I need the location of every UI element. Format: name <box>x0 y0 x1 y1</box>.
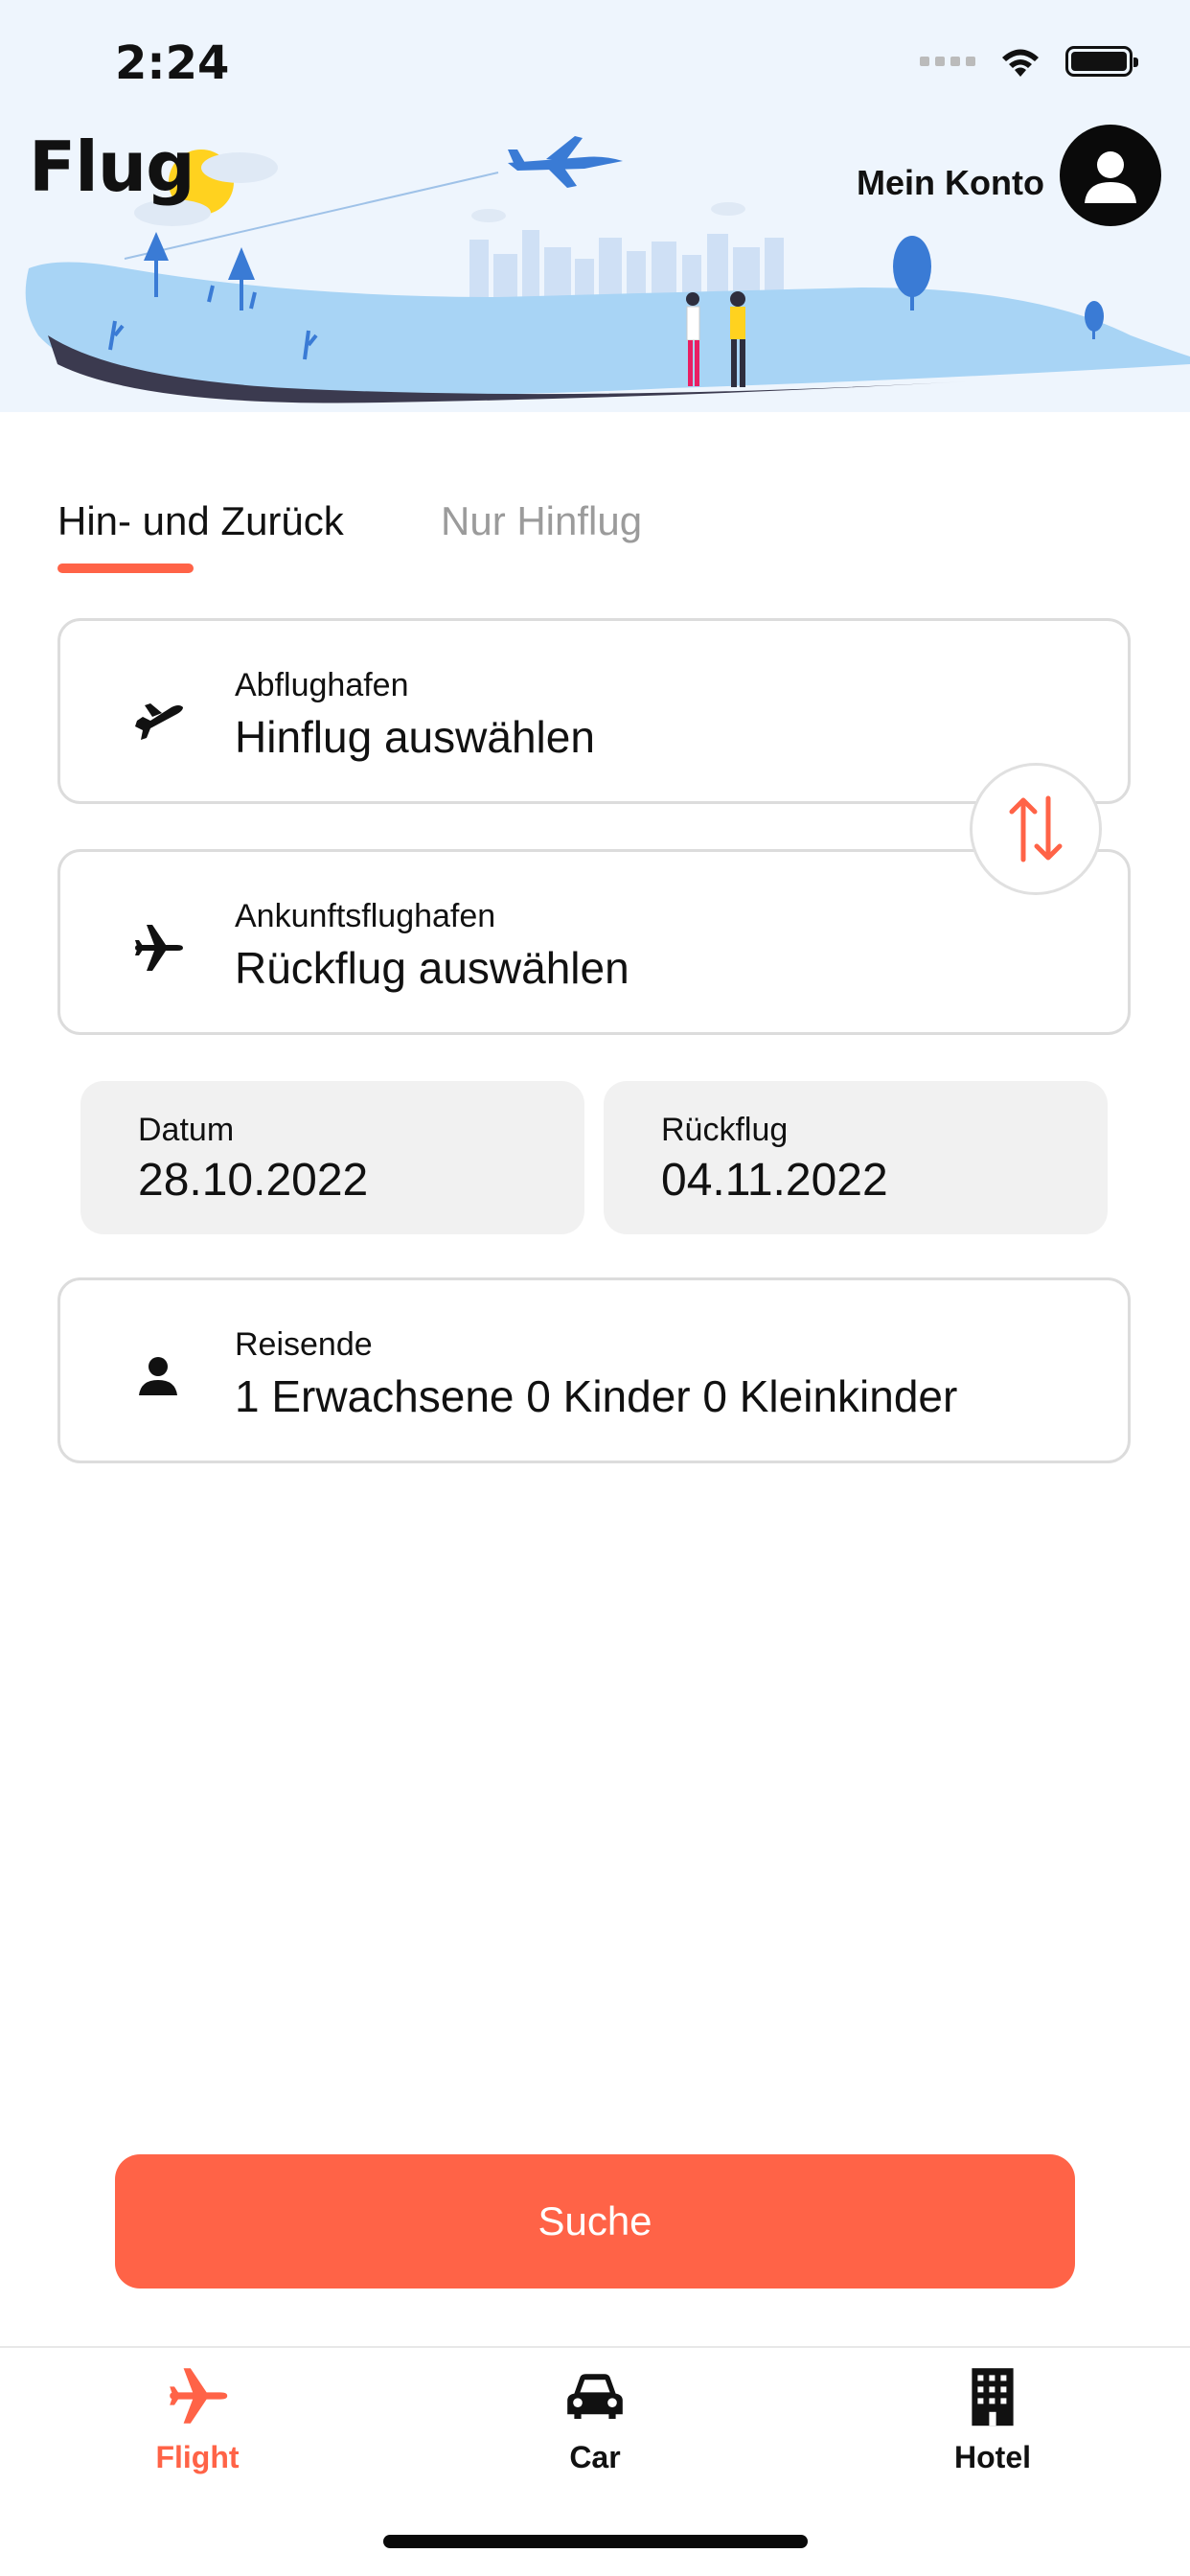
return-date-label: Rückflug <box>661 1112 789 1148</box>
departure-label: Abflughafen <box>235 667 409 703</box>
departure-airport-field[interactable]: Abflughafen Hinflug auswählen <box>57 618 1131 804</box>
departure-value: Hinflug auswählen <box>235 712 595 762</box>
return-date-value: 04.11.2022 <box>661 1155 888 1206</box>
wifi-icon <box>1002 49 1039 77</box>
departure-date-label: Datum <box>138 1112 235 1148</box>
tab-one-way[interactable]: Nur Hinflug <box>441 498 642 544</box>
arrival-airport-field[interactable]: Ankunftsflughafen Rückflug auswählen <box>57 849 1131 1035</box>
bottom-nav-divider <box>0 2346 1190 2348</box>
nav-item-hotel[interactable]: Hotel <box>849 2361 1136 2475</box>
nav-label-flight: Flight <box>155 2440 240 2474</box>
nav-item-flight[interactable]: Flight <box>54 2361 341 2475</box>
status-time: 2:24 <box>115 36 230 90</box>
plane-icon <box>170 2368 228 2424</box>
arrival-label: Ankunftsflughafen <box>235 898 496 934</box>
active-tab-indicator <box>57 564 194 573</box>
swap-airports-button[interactable] <box>970 763 1102 895</box>
tab-round-trip[interactable]: Hin- und Zurück <box>57 498 344 544</box>
person-icon <box>139 1357 177 1395</box>
home-indicator <box>383 2535 808 2548</box>
user-icon <box>1085 151 1136 203</box>
brand-logo: Flug <box>29 126 195 207</box>
status-icons <box>920 44 1138 79</box>
car-icon <box>567 2374 623 2419</box>
travelers-field[interactable]: Reisende 1 Erwachsene 0 Kinder 0 Kleinki… <box>57 1277 1131 1463</box>
nav-label-car: Car <box>569 2440 621 2474</box>
plane-takeoff-icon <box>135 703 183 740</box>
nav-item-car[interactable]: Car <box>451 2361 739 2475</box>
search-button[interactable]: Suche <box>115 2154 1075 2288</box>
departure-date-field[interactable]: Datum 28.10.2022 <box>80 1081 584 1234</box>
building-icon <box>972 2368 1014 2426</box>
nav-label-hotel: Hotel <box>954 2440 1031 2474</box>
plane-icon <box>135 925 183 971</box>
account-label[interactable]: Mein Konto <box>857 163 1044 203</box>
battery-icon <box>1065 46 1138 77</box>
travelers-value: 1 Erwachsene 0 Kinder 0 Kleinkinder <box>235 1371 958 1421</box>
account-avatar[interactable] <box>1060 125 1161 226</box>
departure-date-value: 28.10.2022 <box>138 1155 369 1206</box>
signal-icon <box>920 57 975 66</box>
swap-arrows-icon <box>1009 795 1063 862</box>
arrival-value: Rückflug auswählen <box>235 943 629 993</box>
travelers-label: Reisende <box>235 1326 373 1363</box>
return-date-field[interactable]: Rückflug 04.11.2022 <box>604 1081 1108 1234</box>
